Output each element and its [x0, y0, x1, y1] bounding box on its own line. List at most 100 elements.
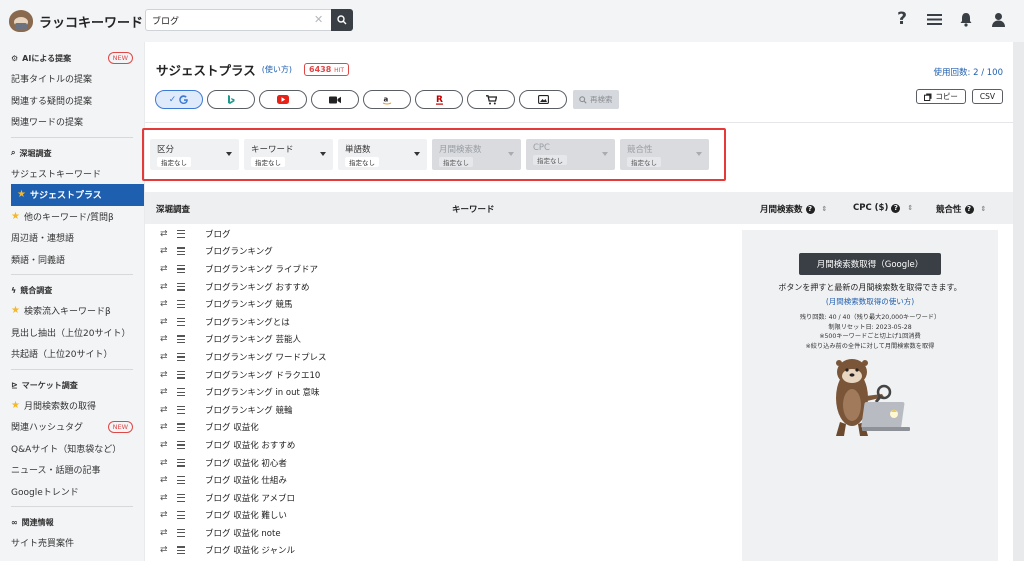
list-menu-icon[interactable] — [176, 229, 185, 238]
deep-dive-icon[interactable]: ⇄ — [160, 370, 168, 380]
table-row[interactable]: ⇄ ブログ 収益化 ジャンル — [145, 542, 735, 560]
keyword-text[interactable]: ブログランキング ライブドア — [205, 263, 318, 275]
column-monthly-volume[interactable]: 月間検索数? ⇕ — [760, 203, 827, 215]
source-video-button[interactable] — [311, 90, 359, 109]
keyword-text[interactable]: ブログランキング 競輪 — [205, 404, 292, 416]
keyword-text[interactable]: ブログ 収益化 ジャンル — [205, 544, 295, 556]
app-logo[interactable]: ラッコキーワード — [9, 10, 143, 32]
list-menu-icon[interactable] — [176, 247, 185, 256]
panel-howto-link[interactable]: (月間検索数取得の使い方) — [742, 296, 998, 307]
keyword-text[interactable]: ブログ 収益化 初心者 — [205, 457, 287, 469]
column-keyword[interactable]: キーワード — [452, 203, 495, 215]
deep-dive-icon[interactable]: ⇄ — [160, 264, 168, 274]
deep-dive-icon[interactable]: ⇄ — [160, 317, 168, 327]
sidebar-item-qa-sites[interactable]: Q&Aサイト（知恵袋など） — [0, 438, 144, 460]
sidebar-item-suggest-keyword[interactable]: サジェストキーワード — [0, 163, 144, 185]
keyword-text[interactable]: ブログ 収益化 仕組み — [205, 474, 287, 486]
deep-dive-icon[interactable]: ⇄ — [160, 352, 168, 362]
sidebar-item-monthly-volume[interactable]: ★ 月間検索数の取得 — [0, 395, 144, 417]
list-menu-icon[interactable] — [176, 546, 185, 555]
table-row[interactable]: ⇄ ブログランキングとは — [145, 313, 735, 331]
deep-dive-icon[interactable]: ⇄ — [160, 440, 168, 450]
sidebar-item-synonyms[interactable]: 類語・同義語 — [0, 249, 144, 271]
filter-category[interactable]: 区分 指定なし — [150, 139, 239, 170]
help-icon[interactable]: ? — [894, 10, 910, 28]
deep-dive-icon[interactable]: ⇄ — [160, 405, 168, 415]
sidebar-item-heading-extract[interactable]: 見出し抽出（上位20サイト） — [0, 322, 144, 344]
deep-dive-icon[interactable]: ⇄ — [160, 229, 168, 239]
table-row[interactable]: ⇄ ブログランキング 芸能人 — [145, 331, 735, 349]
get-monthly-volume-button[interactable]: 月間検索数取得（Google） — [799, 253, 941, 275]
source-rakuten-button[interactable]: R — [415, 90, 463, 109]
table-row[interactable]: ⇄ ブログランキング ライブドア — [145, 260, 735, 278]
deep-dive-icon[interactable]: ⇄ — [160, 545, 168, 555]
list-menu-icon[interactable] — [176, 352, 185, 361]
table-row[interactable]: ⇄ ブログ 収益化 おすすめ — [145, 436, 735, 454]
help-icon[interactable]: ? — [891, 203, 901, 213]
table-row[interactable]: ⇄ ブログ 収益化 note — [145, 524, 735, 542]
filter-word-count[interactable]: 単語数 指定なし — [338, 139, 427, 170]
sort-icon[interactable]: ⇕ — [907, 204, 913, 212]
keyword-text[interactable]: ブログランキング おすすめ — [205, 281, 309, 293]
table-row[interactable]: ⇄ ブログ 収益化 仕組み — [145, 471, 735, 489]
csv-button[interactable]: CSV — [971, 89, 1003, 104]
table-row[interactable]: ⇄ ブログ 収益化 難しい — [145, 507, 735, 525]
keyword-text[interactable]: ブログランキング 競馬 — [205, 298, 292, 310]
keyword-text[interactable]: ブログランキング ワードプレス — [205, 351, 326, 363]
menu-icon[interactable] — [926, 10, 942, 28]
filter-monthly-volume[interactable]: 月間検索数 指定なし — [432, 139, 521, 170]
keyword-text[interactable]: ブログ — [205, 228, 231, 240]
list-menu-icon[interactable] — [176, 300, 185, 309]
list-menu-icon[interactable] — [176, 335, 185, 344]
deep-dive-icon[interactable]: ⇄ — [160, 282, 168, 292]
deep-dive-icon[interactable]: ⇄ — [160, 475, 168, 485]
table-row[interactable]: ⇄ ブログランキング — [145, 243, 735, 261]
deep-dive-icon[interactable]: ⇄ — [160, 387, 168, 397]
deep-dive-icon[interactable]: ⇄ — [160, 246, 168, 256]
search-input[interactable] — [145, 9, 331, 31]
keyword-text[interactable]: ブログ 収益化 — [205, 421, 259, 433]
table-row[interactable]: ⇄ ブログランキング in out 意味 — [145, 383, 735, 401]
table-row[interactable]: ⇄ ブログ 収益化 — [145, 419, 735, 437]
source-image-button[interactable] — [519, 90, 567, 109]
copy-button[interactable]: コピー — [916, 89, 966, 104]
list-menu-icon[interactable] — [176, 528, 185, 537]
sidebar-item-title-suggest[interactable]: 記事タイトルの提案 — [0, 68, 144, 90]
sidebar-item-inflow-keywords[interactable]: ★ 検索流入キーワードβ — [0, 300, 144, 322]
deep-dive-icon[interactable]: ⇄ — [160, 299, 168, 309]
keyword-text[interactable]: ブログランキング in out 意味 — [205, 386, 320, 398]
source-shopping-button[interactable] — [467, 90, 515, 109]
list-menu-icon[interactable] — [176, 264, 185, 273]
user-icon[interactable] — [990, 10, 1006, 28]
help-icon[interactable]: ? — [805, 204, 815, 214]
source-youtube-button[interactable] — [259, 90, 307, 109]
sidebar-item-question-suggest[interactable]: 関連する疑問の提案 — [0, 90, 144, 112]
column-cpc[interactable]: CPC ($)? ⇕ — [853, 203, 913, 213]
clear-icon[interactable]: ✕ — [314, 13, 323, 26]
sidebar-item-news[interactable]: ニュース・話題の記事 — [0, 459, 144, 481]
filter-keyword[interactable]: キーワード 指定なし — [244, 139, 333, 170]
keyword-text[interactable]: ブログランキング ドラクエ10 — [205, 369, 320, 381]
search-button[interactable] — [331, 9, 353, 31]
list-menu-icon[interactable] — [176, 493, 185, 502]
help-icon[interactable]: ? — [964, 204, 974, 214]
list-menu-icon[interactable] — [176, 458, 185, 467]
source-google-button[interactable]: ✓ — [155, 90, 203, 109]
list-menu-icon[interactable] — [176, 440, 185, 449]
keyword-text[interactable]: ブログランキング — [205, 245, 273, 257]
sidebar-item-hashtags[interactable]: 関連ハッシュタグ NEW — [0, 416, 144, 438]
filter-cpc[interactable]: CPC 指定なし — [526, 139, 615, 170]
table-row[interactable]: ⇄ ブログ 収益化 アメブロ — [145, 489, 735, 507]
list-menu-icon[interactable] — [176, 317, 185, 326]
keyword-text[interactable]: ブログ 収益化 アメブロ — [205, 492, 295, 504]
deep-dive-icon[interactable]: ⇄ — [160, 493, 168, 503]
list-menu-icon[interactable] — [176, 388, 185, 397]
bell-icon[interactable] — [958, 10, 974, 28]
sidebar-item-site-trade[interactable]: サイト売買案件 — [0, 532, 144, 554]
sidebar-item-related-word-suggest[interactable]: 関連ワードの提案 — [0, 111, 144, 133]
deep-dive-icon[interactable]: ⇄ — [160, 422, 168, 432]
table-row[interactable]: ⇄ ブログ — [145, 225, 735, 243]
keyword-text[interactable]: ブログ 収益化 note — [205, 527, 281, 539]
re-search-button[interactable]: 再検索 — [573, 90, 619, 109]
deep-dive-icon[interactable]: ⇄ — [160, 458, 168, 468]
